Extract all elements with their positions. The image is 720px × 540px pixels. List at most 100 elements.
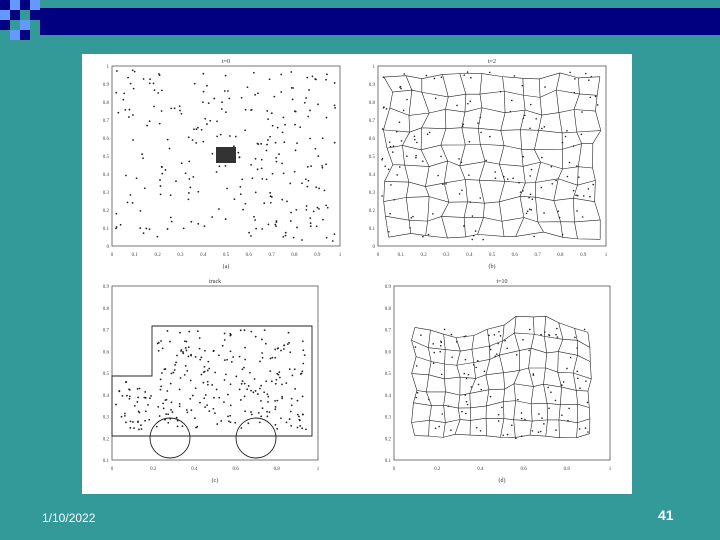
- scatter-point: [214, 371, 217, 374]
- scatter-point: [191, 139, 194, 141]
- scatter-point: [137, 396, 139, 399]
- y-tick-label: 0.1: [385, 459, 392, 464]
- scatter-point: [193, 417, 196, 420]
- scatter-point: [463, 225, 465, 227]
- scatter-point: [125, 381, 128, 383]
- scatter-point: [276, 372, 279, 375]
- scatter-point: [179, 109, 181, 112]
- scatter-point: [260, 158, 263, 161]
- x-tick-label: 0.6: [246, 253, 253, 258]
- decorative-square: [10, 10, 20, 20]
- scatter-point: [555, 179, 557, 182]
- scatter-point: [203, 225, 206, 228]
- scatter-point: [242, 208, 244, 211]
- scatter-point: [211, 152, 214, 155]
- scatter-point: [511, 424, 513, 427]
- scatter-point: [207, 360, 210, 363]
- scatter-point: [164, 169, 167, 171]
- scatter-point: [186, 370, 189, 372]
- scatter-point: [185, 340, 188, 343]
- scatter-point: [203, 365, 206, 368]
- scatter-point: [228, 97, 231, 100]
- scatter-point: [150, 394, 152, 397]
- scatter-point: [285, 382, 288, 385]
- scatter-point: [278, 371, 281, 374]
- scatter-point: [225, 373, 227, 376]
- scatter-point: [131, 69, 134, 72]
- scatter-point: [192, 175, 195, 178]
- scatter-point: [489, 348, 492, 351]
- scatter-point: [248, 231, 251, 234]
- scatter-point: [292, 236, 295, 239]
- scatter-point: [260, 415, 263, 418]
- scatter-point: [240, 382, 243, 385]
- scatter-point: [213, 396, 215, 399]
- y-tick-label: 0.8: [369, 101, 376, 106]
- scatter-point: [504, 339, 506, 342]
- y-tick-label: 0.1: [369, 227, 376, 232]
- scatter-point: [388, 230, 390, 233]
- truck-outline: [111, 325, 313, 437]
- decorative-square: [20, 20, 30, 30]
- scatter-point: [269, 370, 272, 373]
- scatter-point: [581, 216, 584, 218]
- scatter-point: [175, 361, 177, 364]
- scatter-point: [208, 410, 211, 412]
- scatter-point: [543, 423, 545, 425]
- scatter-point: [274, 423, 277, 426]
- scatter-point: [176, 425, 179, 428]
- scatter-point: [216, 135, 219, 138]
- decorative-square: [20, 0, 30, 10]
- scatter-point: [289, 351, 292, 354]
- scatter-point: [266, 410, 268, 413]
- scatter-point: [592, 183, 595, 186]
- scatter-point: [502, 434, 505, 437]
- scatter-point: [148, 228, 151, 231]
- scatter-point: [414, 346, 417, 348]
- decorative-square: [30, 0, 40, 10]
- scatter-point: [167, 413, 170, 416]
- scatter-point: [576, 347, 578, 349]
- scatter-point: [166, 228, 169, 230]
- scatter-point: [315, 225, 318, 228]
- scatter-point: [333, 233, 336, 236]
- scatter-point: [182, 352, 185, 355]
- scatter-point: [294, 123, 296, 126]
- scatter-point: [443, 328, 446, 331]
- y-tick-label: 0.8: [385, 307, 392, 312]
- scatter-point: [256, 393, 259, 395]
- scatter-point: [145, 227, 148, 230]
- scatter-point: [290, 424, 293, 427]
- scatter-point: [132, 114, 134, 116]
- scatter-point: [286, 343, 289, 346]
- scatter-point: [128, 108, 131, 111]
- scatter-point: [309, 225, 312, 228]
- scatter-point: [157, 349, 160, 352]
- scatter-point: [269, 135, 271, 138]
- y-tick-label: 0.6: [385, 350, 392, 355]
- scatter-point: [250, 108, 253, 111]
- scatter-point: [131, 202, 134, 204]
- scatter-point: [560, 384, 563, 387]
- scatter-point: [171, 411, 174, 413]
- scatter-point: [567, 419, 569, 422]
- scatter-point: [254, 191, 257, 194]
- scatter-point: [556, 336, 559, 338]
- scatter-point: [263, 391, 266, 394]
- scatter-point: [402, 109, 405, 112]
- scatter-point: [237, 151, 240, 154]
- x-tick-label: 0.2: [150, 467, 157, 472]
- scatter-point: [203, 370, 206, 373]
- scatter-point: [144, 410, 147, 413]
- scatter-point: [255, 227, 258, 230]
- scatter-point: [280, 349, 282, 352]
- scatter-point: [271, 356, 274, 359]
- scatter-point: [223, 401, 225, 404]
- scatter-point: [243, 395, 246, 398]
- scatter-point: [275, 221, 278, 224]
- scatter-point: [269, 201, 272, 204]
- scatter-point: [528, 349, 530, 352]
- y-tick-label: 1: [107, 65, 110, 70]
- scatter-point: [305, 205, 308, 207]
- scatter-point: [287, 331, 290, 334]
